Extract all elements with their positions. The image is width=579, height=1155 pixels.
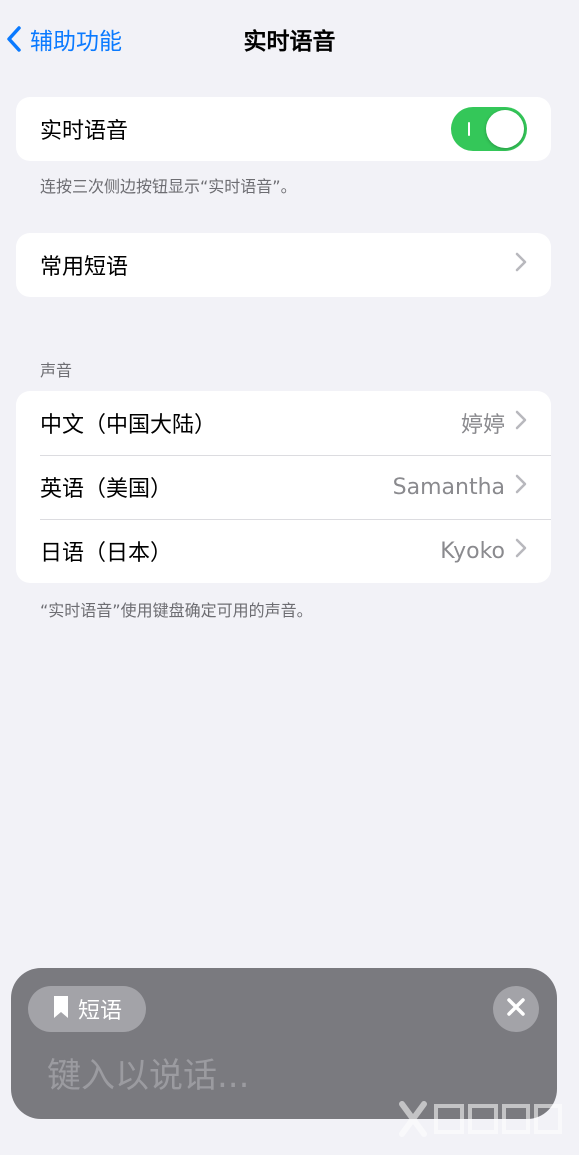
chevron-right-icon [515,538,527,564]
voice-value: Kyoko [440,538,505,564]
live-speech-row: 实时语音 [16,97,551,161]
chevron-right-icon [515,410,527,436]
voice-row-chinese[interactable]: 中文（中国大陆） 婷婷 [16,391,551,455]
phrases-label: 常用短语 [40,255,129,280]
close-button[interactable] [493,986,539,1032]
bookmark-icon [52,994,70,1024]
voice-language-label: 日语（日本） [40,541,173,566]
voice-row-japanese[interactable]: 日语（日本） Kyoko [16,519,551,583]
live-speech-label: 实时语音 [40,119,129,144]
live-speech-group: 实时语音 [16,97,551,161]
phrases-row[interactable]: 常用短语 [16,233,551,297]
voice-row-english[interactable]: 英语（美国） Samantha [16,455,551,519]
chevron-right-icon [515,474,527,500]
page-title: 实时语音 [243,29,336,55]
voices-section-header: 声音 [40,361,73,380]
chevron-right-icon [515,252,527,278]
toggle-on-indicator-icon [468,122,470,136]
phrases-chip-label: 短语 [78,999,123,1024]
live-speech-toggle[interactable] [451,107,527,151]
voices-group: 中文（中国大陆） 婷婷 英语（美国） Samantha 日语（日本） Kyoko [16,391,551,583]
phrases-group: 常用短语 [16,233,551,297]
voice-value: 婷婷 [460,413,505,438]
close-icon [506,997,526,1021]
phrases-chip-button[interactable]: 短语 [28,986,147,1032]
watermark-logo [398,1094,563,1144]
live-speech-footnote: 连按三次侧边按钮显示“实时语音”。 [40,177,297,196]
voice-language-label: 中文（中国大陆） [40,413,217,438]
voice-value: Samantha [392,474,505,500]
voices-footnote: “实时语音”使用键盘确定可用的声音。 [40,601,313,620]
navigation-bar: 辅助功能 实时语音 [0,0,579,78]
voice-language-label: 英语（美国） [40,477,173,502]
toggle-knob [486,110,524,148]
